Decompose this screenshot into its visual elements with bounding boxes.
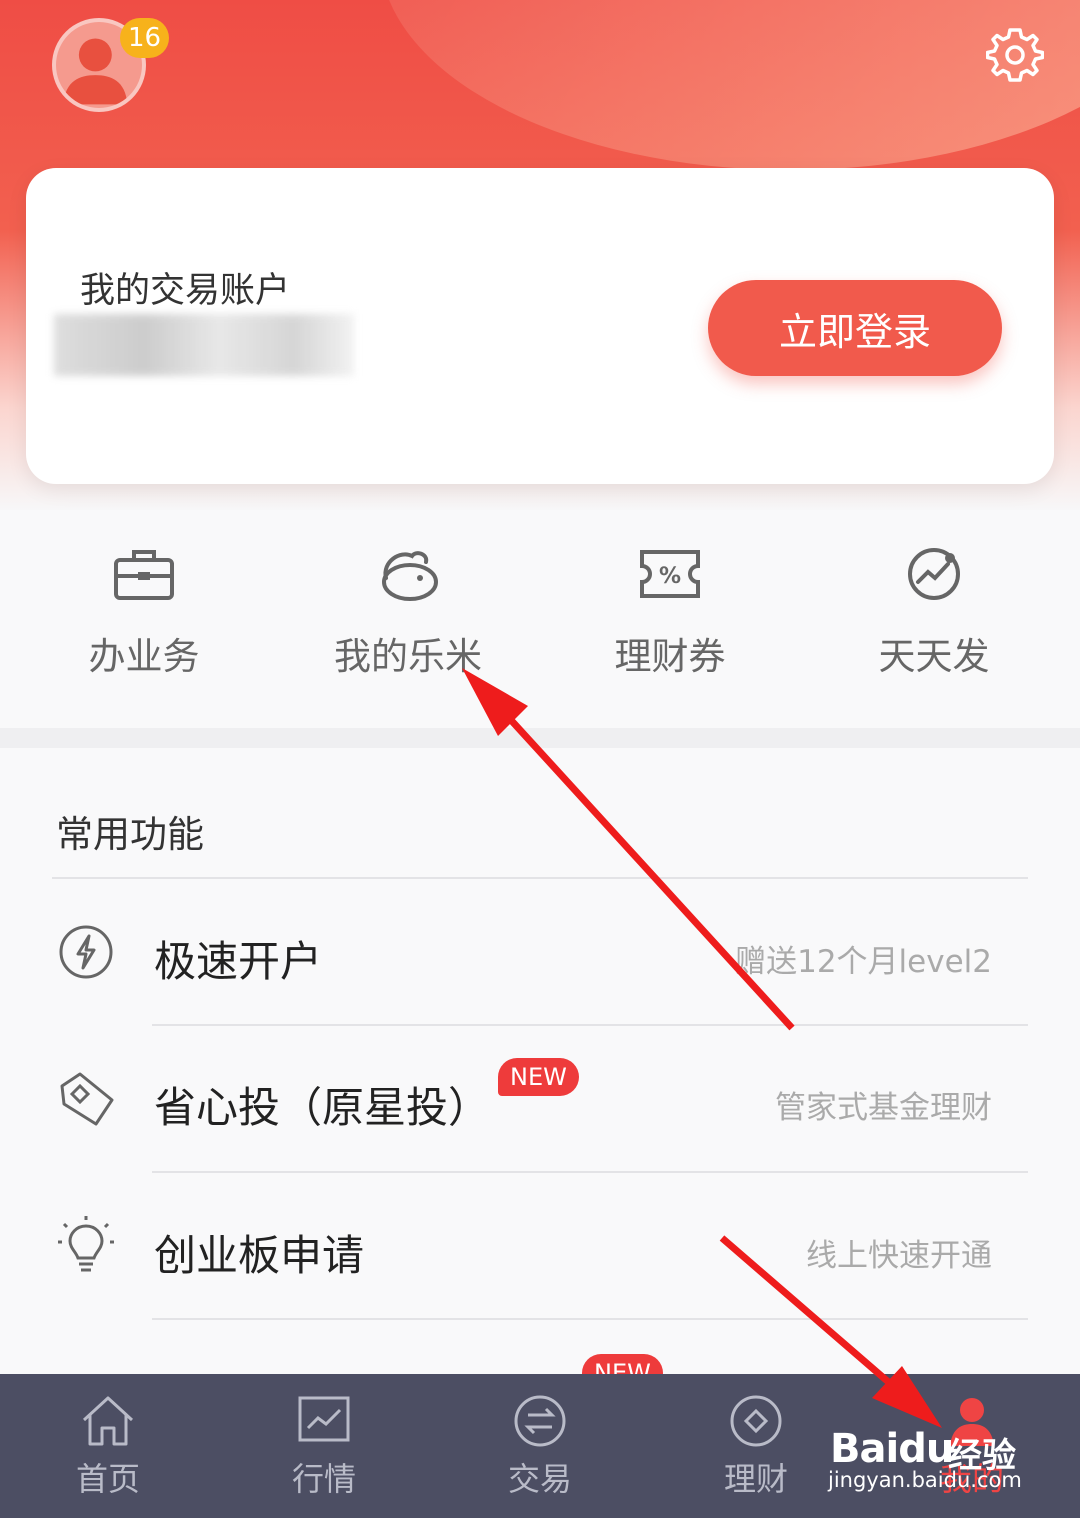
masked-account-number <box>54 314 354 376</box>
section-title: 常用功能 <box>56 813 204 856</box>
bean-icon <box>382 551 438 601</box>
tag-icon <box>60 1072 114 1126</box>
lightbulb-icon <box>58 1216 114 1272</box>
new-badge: NEW <box>498 1058 579 1096</box>
list-item-desc: 赠送12个月level2 <box>735 944 992 980</box>
list-item-desc: 线上快速开通 <box>806 1238 992 1274</box>
home-icon <box>82 1396 134 1446</box>
tab-label: 首页 <box>75 1460 140 1498</box>
coupon-icon: % <box>640 550 700 598</box>
common-functions-section: 常用功能 极速开户 赠送12个月level2 省心投（原星投） NEW 管家式基… <box>0 748 1080 1378</box>
tab-home[interactable]: 首页 <box>28 1394 188 1500</box>
tab-label: 行情 <box>291 1460 356 1498</box>
account-card-title: 我的交易账户 <box>80 271 291 311</box>
tab-market[interactable]: 行情 <box>244 1394 404 1500</box>
tab-trade[interactable]: 交易 <box>460 1394 620 1500</box>
tab-label: 理财 <box>723 1460 788 1498</box>
svg-text:%: % <box>659 564 681 589</box>
quick-action-label: 我的乐米 <box>334 635 482 678</box>
watermark-url: jingyan.baidu.com <box>828 1468 1022 1492</box>
quick-action-lemi[interactable]: 我的乐米 <box>308 544 508 680</box>
quick-actions: 办业务 我的乐米 % 理财券 天天发 <box>0 510 1080 728</box>
baidu-jingyan-watermark: Baidu 经验 jingyan.baidu.com <box>828 1420 1028 1500</box>
list-item-title: 极速开户 <box>154 937 323 986</box>
quick-action-business[interactable]: 办业务 <box>44 544 244 680</box>
exchange-icon <box>514 1395 566 1447</box>
briefcase-icon <box>114 550 174 600</box>
divider <box>52 877 1028 879</box>
list-item-title: 省心投（原星投） <box>154 1083 491 1132</box>
list-item-title: 创业板申请 <box>154 1231 365 1280</box>
quick-action-daily[interactable]: 天天发 <box>834 544 1034 680</box>
login-button[interactable]: 立即登录 <box>708 280 1002 376</box>
diamond-icon <box>730 1395 782 1447</box>
quick-action-label: 天天发 <box>878 635 990 678</box>
quick-action-label: 理财券 <box>614 635 726 678</box>
tab-finance[interactable]: 理财 <box>676 1394 836 1500</box>
lightning-icon <box>59 925 113 979</box>
market-chart-icon <box>298 1396 350 1442</box>
divider <box>152 1024 1028 1026</box>
list-item-desc: 管家式基金理财 <box>775 1090 992 1126</box>
watermark-logo: Baidu <box>830 1426 954 1472</box>
notification-badge: 16 <box>120 18 170 58</box>
chart-check-icon <box>908 548 960 600</box>
gear-icon[interactable] <box>986 26 1044 84</box>
quick-action-label: 办业务 <box>88 635 200 678</box>
divider <box>152 1318 1028 1320</box>
divider <box>152 1171 1028 1173</box>
section-divider <box>0 728 1080 748</box>
quick-action-coupon[interactable]: % 理财券 <box>570 544 770 680</box>
account-card: 我的交易账户 立即登录 <box>26 168 1054 484</box>
header-wave <box>380 0 1080 170</box>
tab-label: 交易 <box>507 1460 572 1498</box>
